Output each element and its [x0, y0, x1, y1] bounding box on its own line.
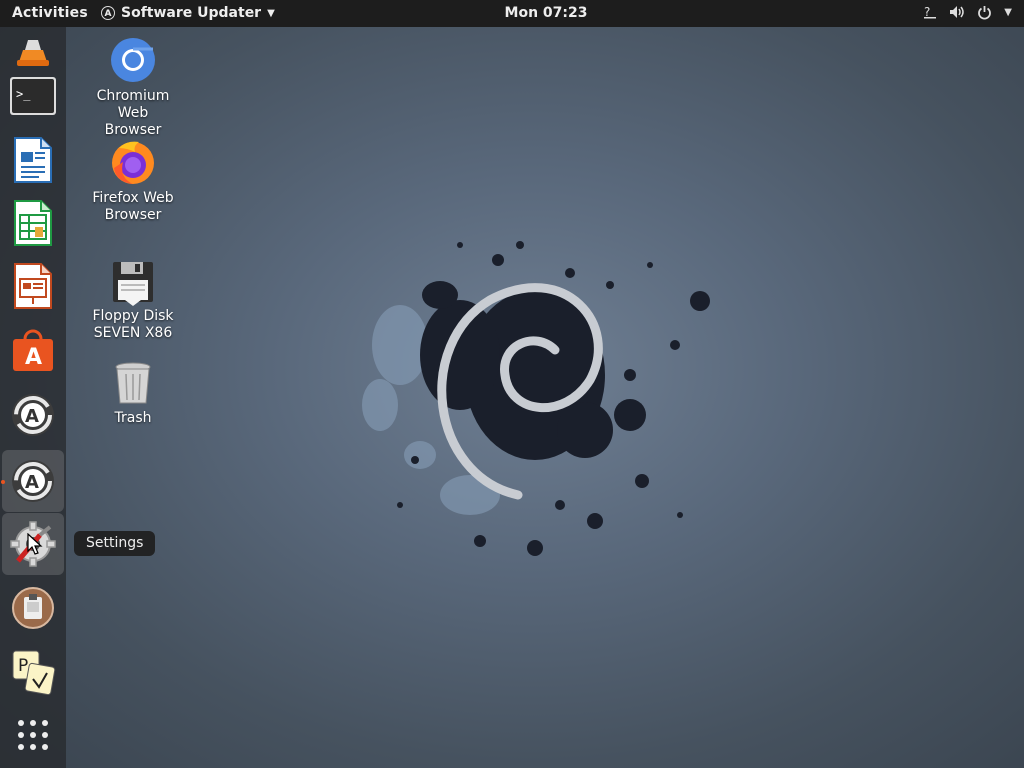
trash-label: Trash	[114, 410, 152, 426]
floppy-disk-icon	[113, 262, 153, 306]
svg-text:P: P	[18, 656, 28, 676]
software-updater-running-icon[interactable]: A	[1, 450, 64, 512]
chromium-label: Chromium Web Browser	[96, 88, 170, 138]
firefox-desktop-icon[interactable]: Firefox Web Browser	[88, 138, 178, 224]
firefox-icon	[112, 141, 154, 184]
dock: >_ A A A P	[0, 27, 66, 768]
volume-icon[interactable]	[949, 5, 965, 19]
terminal-icon[interactable]: >_	[2, 66, 64, 128]
tray-menu-caret-icon[interactable]: ▼	[1004, 7, 1012, 18]
floppy-label: Floppy Disk SEVEN X86	[92, 308, 174, 341]
debian-swirl-wallpaper-logo	[362, 241, 710, 556]
accessibility-icon[interactable]: ?	[923, 4, 937, 20]
show-applications-icon[interactable]	[2, 704, 64, 766]
calc-icon[interactable]	[2, 192, 64, 254]
mouse-cursor-icon	[27, 533, 43, 555]
power-icon[interactable]	[977, 5, 992, 20]
impress-icon[interactable]	[2, 255, 64, 317]
pdf-arranger-icon[interactable]: P	[2, 640, 64, 702]
software-updater-icon[interactable]: A	[2, 384, 64, 446]
svg-text:A: A	[25, 406, 39, 427]
system-tray[interactable]: ? ▼	[923, 4, 1012, 20]
archive-manager-icon[interactable]	[2, 577, 64, 639]
settings-tooltip: Settings	[74, 531, 156, 556]
svg-text:A: A	[25, 472, 39, 493]
trash-icon	[115, 362, 151, 404]
svg-text:A: A	[25, 345, 42, 370]
software-center-icon[interactable]: A	[2, 320, 64, 382]
floppy-desktop-icon[interactable]: Floppy Disk SEVEN X86	[88, 260, 178, 342]
trash-desktop-icon[interactable]: Trash	[88, 362, 178, 427]
top-bar: Activities A Software Updater ▼ Mon 07:2…	[0, 0, 1024, 27]
running-indicator	[1, 480, 5, 484]
chromium-icon	[111, 38, 155, 82]
firefox-label: Firefox Web Browser	[92, 190, 174, 223]
svg-text:>_: >_	[16, 87, 31, 101]
chromium-desktop-icon[interactable]: Chromium Web Browser	[88, 36, 178, 139]
svg-text:?: ?	[924, 5, 930, 19]
writer-icon[interactable]	[2, 129, 64, 191]
clock[interactable]: Mon 07:23	[0, 5, 1024, 21]
